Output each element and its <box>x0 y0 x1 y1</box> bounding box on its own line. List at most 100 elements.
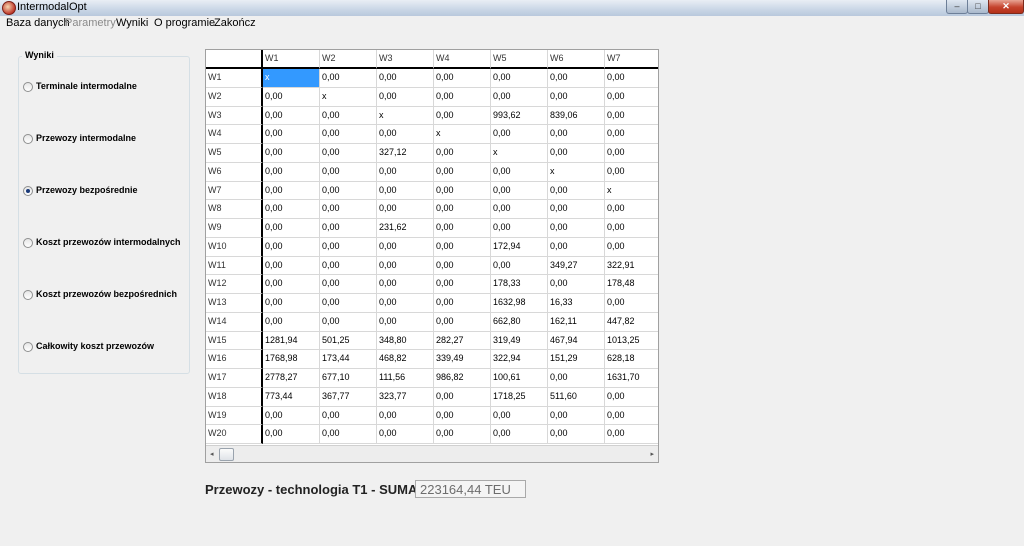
grid-cell[interactable]: 0,00 <box>263 87 320 107</box>
grid-cell[interactable]: 0,00 <box>491 87 548 107</box>
grid-cell[interactable]: 0,00 <box>320 106 377 126</box>
column-header[interactable]: W6 <box>548 50 605 69</box>
summary-value-field[interactable]: 223164,44 TEU <box>415 480 526 498</box>
grid-cell[interactable]: 339,49 <box>434 350 491 369</box>
grid-cell[interactable]: 839,06 <box>548 106 605 126</box>
grid-cell[interactable]: 0,00 <box>434 200 491 219</box>
scroll-left-icon[interactable]: ◂ <box>210 450 214 458</box>
grid-cell[interactable]: x <box>320 87 377 107</box>
grid-cell[interactable]: 282,27 <box>434 331 491 351</box>
row-header[interactable]: W9 <box>206 219 263 238</box>
grid-cell[interactable]: 0,00 <box>377 312 434 332</box>
grid-cell[interactable]: 0,00 <box>548 369 605 388</box>
grid-cell[interactable]: 0,00 <box>491 200 548 219</box>
row-header[interactable]: W6 <box>206 162 263 182</box>
grid-cell[interactable]: 0,00 <box>491 181 548 201</box>
maximize-button[interactable]: □ <box>967 0 989 14</box>
grid-cell[interactable]: x <box>491 144 548 163</box>
row-header[interactable]: W8 <box>206 200 263 219</box>
grid-cell[interactable]: 1768,98 <box>263 350 320 369</box>
grid-cell[interactable]: 162,11 <box>548 312 605 332</box>
grid-cell[interactable]: 111,56 <box>377 369 434 388</box>
column-header[interactable]: W1 <box>263 50 320 69</box>
grid-cell[interactable]: 0,00 <box>263 125 320 144</box>
row-header[interactable]: W3 <box>206 106 263 126</box>
grid-cell[interactable]: 0,00 <box>548 425 605 444</box>
grid-cell[interactable]: 0,00 <box>434 87 491 107</box>
grid-cell[interactable]: x <box>605 181 658 201</box>
row-header[interactable]: W14 <box>206 312 263 332</box>
grid-cell[interactable]: 1013,25 <box>605 331 658 351</box>
grid-cell[interactable]: 0,00 <box>605 200 658 219</box>
grid-cell[interactable]: 0,00 <box>263 162 320 182</box>
grid-cell[interactable]: 0,00 <box>548 275 605 294</box>
grid-cell[interactable]: 0,00 <box>377 425 434 444</box>
column-header[interactable]: W5 <box>491 50 548 69</box>
grid-cell[interactable]: 0,00 <box>434 275 491 294</box>
grid-cell[interactable]: 0,00 <box>434 237 491 257</box>
grid-cell[interactable]: 0,00 <box>491 219 548 238</box>
grid-cell[interactable]: 0,00 <box>320 256 377 276</box>
grid-cell[interactable]: 0,00 <box>377 181 434 201</box>
grid-cell[interactable]: 0,00 <box>377 294 434 313</box>
column-header[interactable]: W4 <box>434 50 491 69</box>
grid-cell[interactable]: 0,00 <box>434 294 491 313</box>
grid-cell[interactable]: 0,00 <box>320 425 377 444</box>
grid-cell[interactable]: 773,44 <box>263 387 320 407</box>
menu-zakoncz[interactable]: Zakończ <box>214 17 256 29</box>
grid-cell[interactable]: 100,61 <box>491 369 548 388</box>
menu-wyniki[interactable]: Wyniki <box>116 17 148 29</box>
scroll-thumb[interactable] <box>219 448 234 461</box>
grid-cell[interactable]: 0,00 <box>320 144 377 163</box>
grid-cell[interactable]: 0,00 <box>605 106 658 126</box>
grid-cell[interactable]: 0,00 <box>320 275 377 294</box>
grid-cell[interactable]: 0,00 <box>491 69 548 88</box>
grid-cell[interactable]: 467,94 <box>548 331 605 351</box>
column-header[interactable]: W3 <box>377 50 434 69</box>
row-header[interactable]: W4 <box>206 125 263 144</box>
grid-cell[interactable]: 0,00 <box>377 125 434 144</box>
grid-cell[interactable]: 0,00 <box>377 406 434 426</box>
grid-cell[interactable]: 0,00 <box>377 275 434 294</box>
grid-cell[interactable]: 172,94 <box>491 237 548 257</box>
grid-cell[interactable]: 0,00 <box>605 69 658 88</box>
grid-cell[interactable]: 0,00 <box>605 144 658 163</box>
grid-cell[interactable]: 0,00 <box>491 406 548 426</box>
grid-cell[interactable]: x <box>548 162 605 182</box>
grid-cell[interactable]: 0,00 <box>548 219 605 238</box>
grid-cell[interactable]: 0,00 <box>263 425 320 444</box>
grid-cell[interactable]: 0,00 <box>263 219 320 238</box>
grid-cell[interactable]: 0,00 <box>377 237 434 257</box>
row-header[interactable]: W12 <box>206 275 263 294</box>
grid-cell[interactable]: 0,00 <box>434 219 491 238</box>
grid-cell[interactable]: 0,00 <box>320 312 377 332</box>
row-header[interactable]: W20 <box>206 425 263 444</box>
close-button[interactable]: ✕ <box>988 0 1024 14</box>
grid-cell[interactable]: 0,00 <box>263 406 320 426</box>
grid-cell[interactable]: 0,00 <box>491 125 548 144</box>
row-header[interactable]: W11 <box>206 256 263 276</box>
grid-cell[interactable]: 367,77 <box>320 387 377 407</box>
row-header[interactable]: W16 <box>206 350 263 369</box>
grid-cell[interactable]: 0,00 <box>377 200 434 219</box>
grid-cell[interactable]: 0,00 <box>434 425 491 444</box>
grid-cell[interactable]: 0,00 <box>320 219 377 238</box>
row-header[interactable]: W19 <box>206 406 263 426</box>
grid-cell[interactable]: 0,00 <box>548 200 605 219</box>
grid-cell[interactable]: 322,91 <box>605 256 658 276</box>
grid-cell[interactable]: 0,00 <box>434 387 491 407</box>
grid-cell[interactable]: 0,00 <box>320 237 377 257</box>
grid-cell[interactable]: 0,00 <box>491 256 548 276</box>
row-header[interactable]: W18 <box>206 387 263 407</box>
grid-cell[interactable]: 0,00 <box>434 69 491 88</box>
grid-cell[interactable]: 0,00 <box>377 256 434 276</box>
grid-cell[interactable]: 0,00 <box>263 275 320 294</box>
grid-cell[interactable]: 0,00 <box>605 219 658 238</box>
grid-cell[interactable]: 0,00 <box>263 181 320 201</box>
grid-cell[interactable]: 1632,98 <box>491 294 548 313</box>
grid-cell[interactable]: 677,10 <box>320 369 377 388</box>
grid-cell[interactable]: 0,00 <box>263 256 320 276</box>
grid-cell[interactable]: 0,00 <box>605 87 658 107</box>
grid-cell[interactable]: 447,82 <box>605 312 658 332</box>
grid-cell[interactable]: 0,00 <box>263 200 320 219</box>
